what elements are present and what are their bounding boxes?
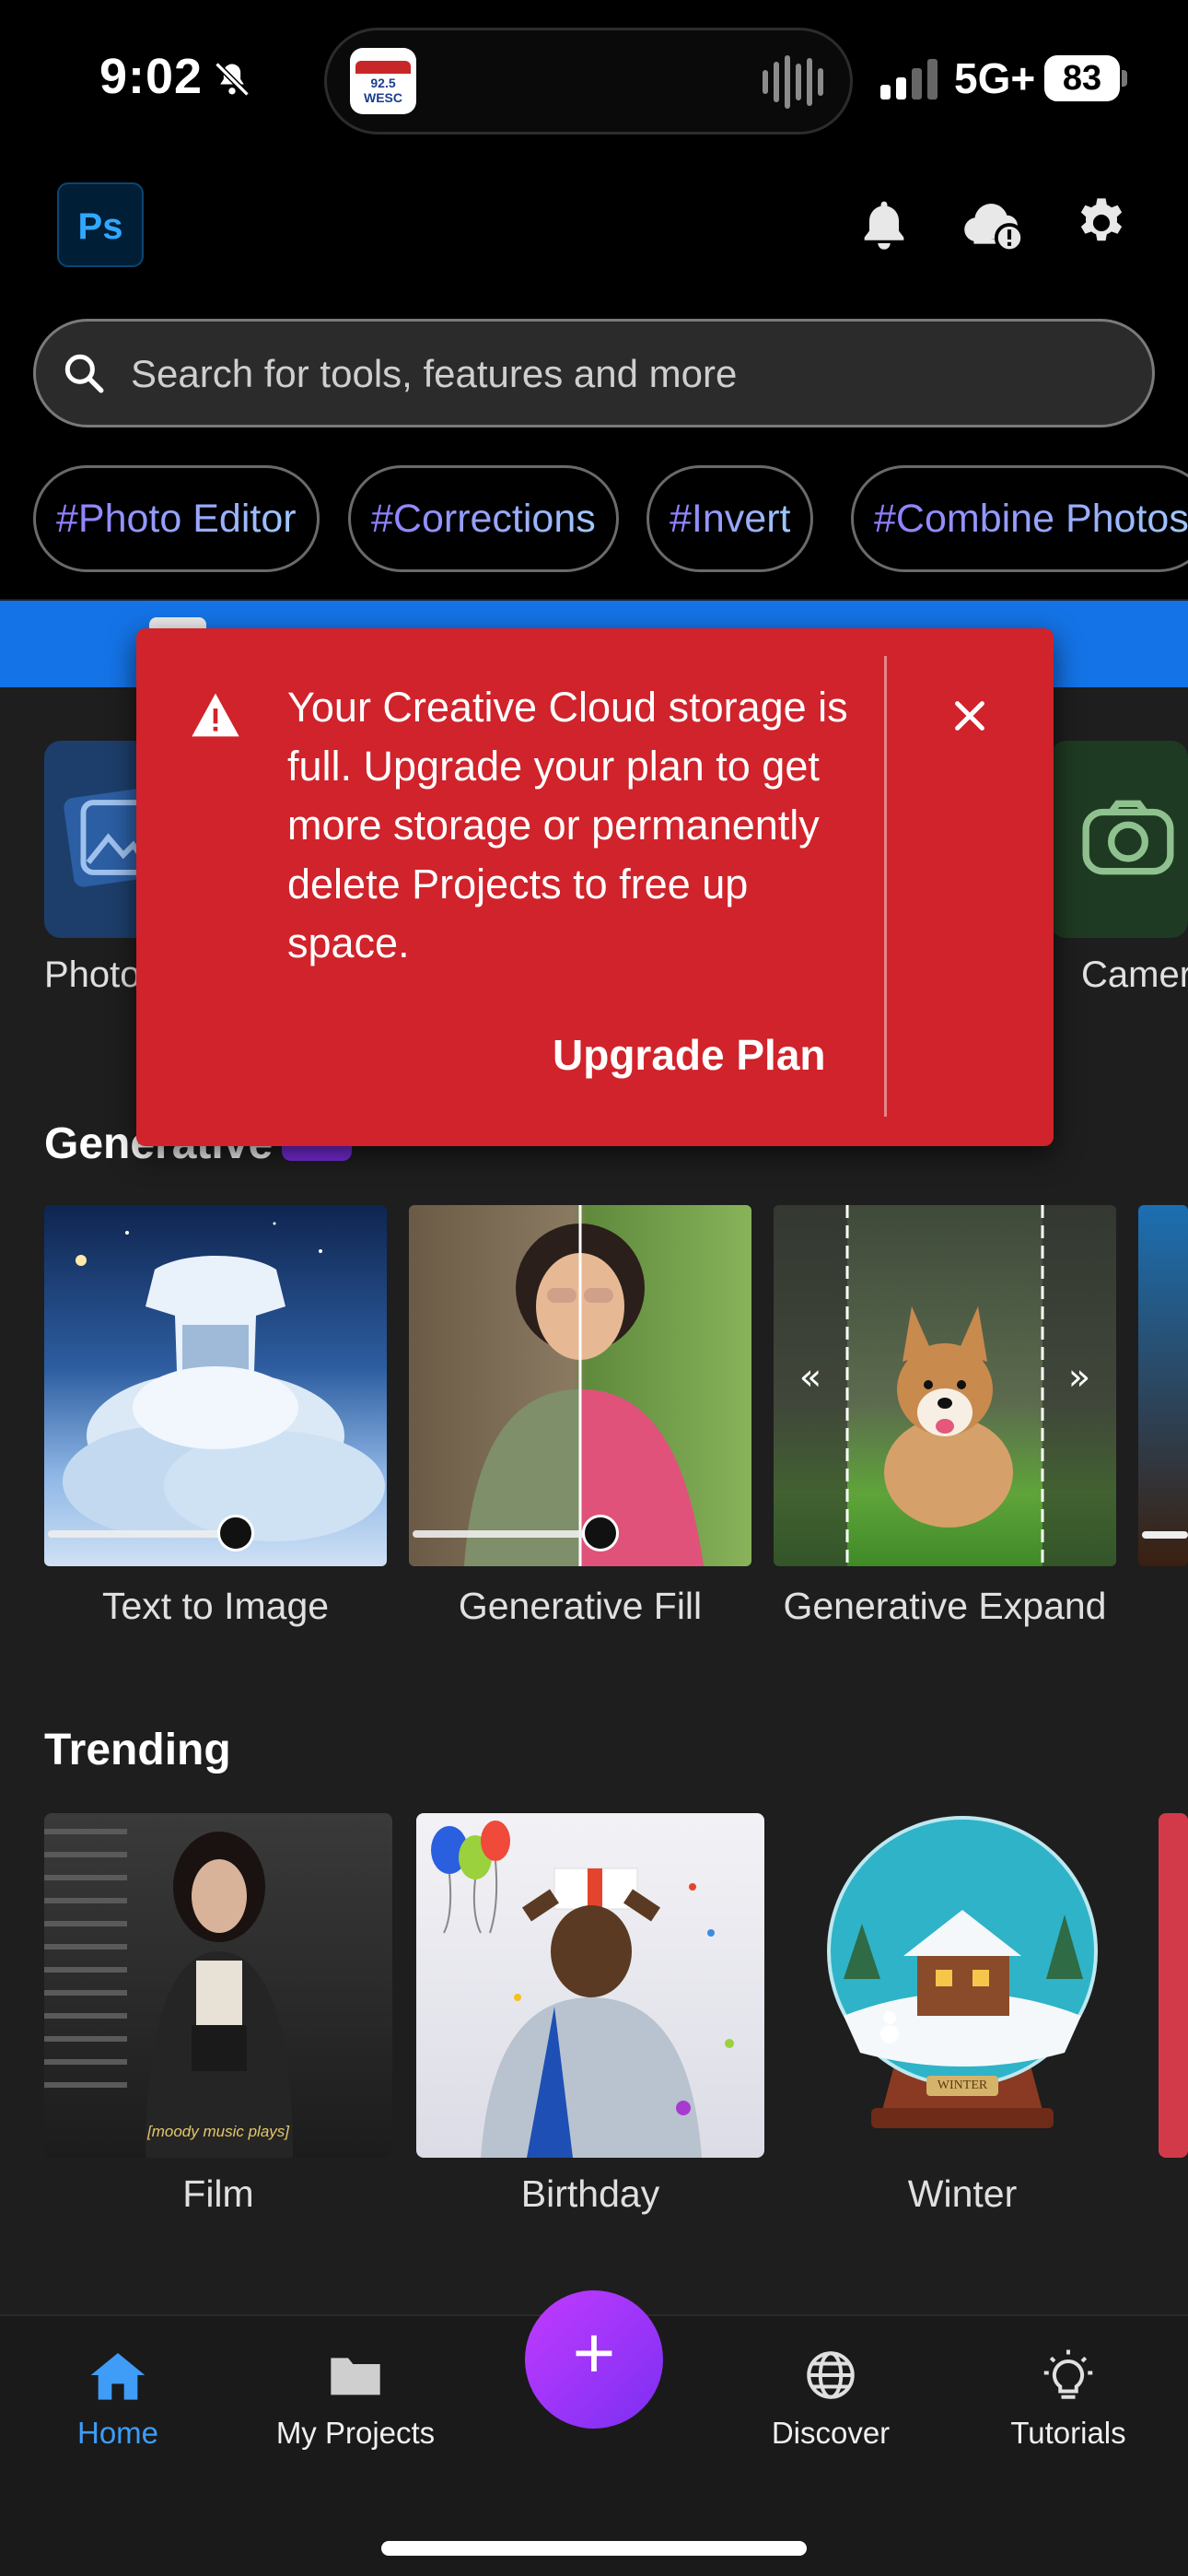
trending-card-partial[interactable]: [1159, 1813, 1188, 2158]
quick-action-camera-label: Camera: [1081, 954, 1188, 995]
notifications-bell-icon[interactable]: [855, 195, 914, 254]
battery-tip: [1122, 70, 1127, 87]
generative-label-generative-expand: Generative Expand: [783, 1585, 1107, 1627]
svg-text:»: »: [1068, 1356, 1090, 1399]
nav-my-projects[interactable]: My Projects: [254, 2348, 457, 2451]
alert-divider: [884, 656, 887, 1117]
section-title-trending: Trending: [44, 1726, 231, 1774]
status-time: 9:02: [99, 49, 204, 104]
warning-icon: [192, 693, 239, 737]
search-icon: [64, 354, 104, 393]
nav-tutorials[interactable]: Tutorials: [967, 2348, 1170, 2451]
audio-waveform-icon: [763, 53, 827, 111]
generative-label-text-to-image: Text to Image: [101, 1585, 330, 1627]
lightbulb-icon: [1043, 2349, 1093, 2399]
photoshop-logo[interactable]: Ps: [57, 182, 144, 267]
generative-card-partial[interactable]: [1138, 1205, 1188, 1566]
quick-action-photo-label: Photo: [44, 954, 141, 995]
trending-card-film[interactable]: [moody music plays]: [44, 1813, 392, 2158]
globe-icon: [807, 2351, 855, 2399]
chip-combine-photos[interactable]: #Combine Photos: [851, 465, 1188, 572]
home-indicator[interactable]: [381, 2541, 807, 2556]
battery-indicator: 83: [1044, 55, 1120, 101]
camera-icon: [1082, 800, 1174, 875]
close-icon[interactable]: [949, 695, 991, 737]
home-icon: [90, 2353, 146, 2400]
chip-photo-editor[interactable]: #Photo Editor: [33, 465, 320, 572]
film-woman-image: [44, 1829, 293, 2158]
corgi-dog-image: « »: [774, 1205, 1116, 1566]
generative-card-generative-fill[interactable]: [409, 1205, 751, 1566]
film-caption: [moody music plays]: [147, 2123, 289, 2140]
trending-label-film: Film: [182, 2172, 254, 2215]
cloud-dress-image: [63, 1222, 385, 1541]
radio-app-icon: 92.5 WESC: [350, 48, 416, 114]
trending-card-winter[interactable]: WINTER: [788, 1813, 1136, 2158]
birthday-man-image: [431, 1821, 734, 2158]
generative-card-generative-expand[interactable]: « »: [774, 1205, 1116, 1566]
settings-gear-icon[interactable]: [1072, 193, 1131, 252]
nav-discover[interactable]: Discover: [729, 2348, 932, 2451]
winter-plaque: WINTER: [937, 2078, 988, 2092]
chip-corrections[interactable]: #Corrections: [348, 465, 619, 572]
trending-card-birthday[interactable]: [416, 1813, 764, 2158]
search-input[interactable]: Search for tools, features and more: [131, 352, 737, 396]
cellular-signal-icon: [880, 59, 938, 100]
chip-invert[interactable]: #Invert: [646, 465, 814, 572]
generative-label-generative-fill: Generative Fill: [458, 1585, 703, 1627]
trending-label-birthday: Birthday: [520, 2172, 660, 2215]
svg-text:«: «: [799, 1356, 821, 1399]
generative-card-text-to-image[interactable]: [44, 1205, 387, 1566]
snow-globe-image: [827, 1816, 1098, 2128]
silent-mode-icon: [215, 62, 250, 97]
create-new-button[interactable]: +: [525, 2290, 663, 2429]
folder-icon: [331, 2358, 380, 2395]
woman-portrait-image: [464, 1205, 704, 1566]
upgrade-plan-button[interactable]: Upgrade Plan: [553, 1030, 826, 1080]
trending-label-winter: Winter: [907, 2172, 1018, 2215]
alert-message: Your Creative Cloud storage is full. Upg…: [287, 684, 848, 966]
quick-action-camera[interactable]: [1050, 741, 1188, 938]
nav-home[interactable]: Home: [17, 2348, 219, 2451]
network-type: 5G+: [954, 54, 1036, 102]
cloud-warning-icon[interactable]: [960, 195, 1026, 254]
